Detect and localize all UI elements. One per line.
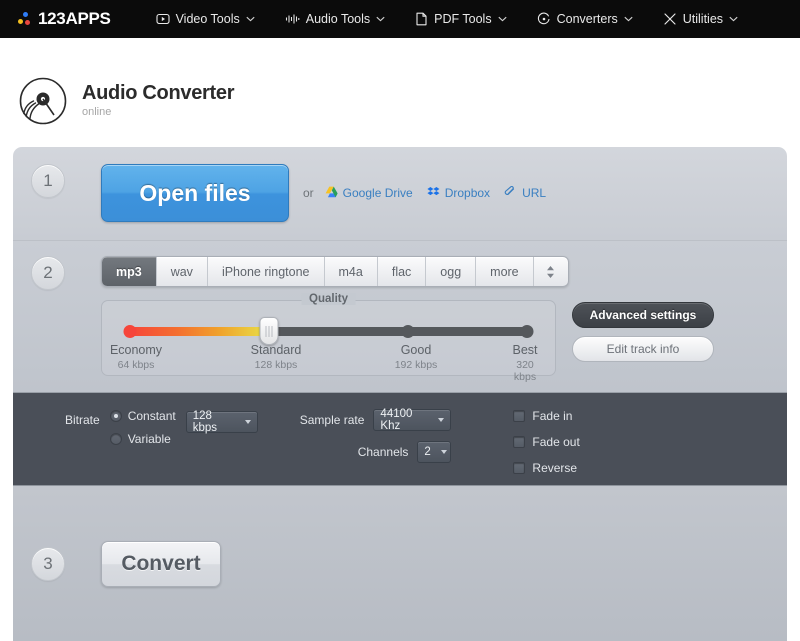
bitrate-variable-row[interactable]: Variable [109, 432, 176, 446]
page-subtitle: online [82, 106, 112, 118]
format-stepper-icon[interactable] [534, 257, 568, 286]
quality-tick-good[interactable] [401, 325, 415, 338]
cloud-link-label: URL [522, 186, 547, 200]
fade-out-row[interactable]: Fade out [513, 435, 580, 449]
quality-title: Quality [301, 293, 356, 305]
or-label: or [303, 186, 314, 200]
step-number-1: 1 [31, 164, 65, 198]
bitrate-label: Bitrate [65, 413, 100, 427]
refresh-circle-icon [537, 12, 551, 26]
reverse-label: Reverse [532, 461, 578, 475]
quality-tick-economy[interactable] [123, 325, 137, 338]
video-play-icon [156, 12, 170, 26]
nav-item-converters[interactable]: Converters [522, 0, 648, 38]
step-number-2: 2 [31, 256, 65, 290]
nav-item-audio-tools[interactable]: Audio Tools [270, 0, 400, 38]
dropbox-icon [427, 186, 440, 201]
vinyl-record-icon [18, 76, 68, 126]
checkbox-fade-in[interactable] [513, 410, 526, 422]
quality-slider-track[interactable] [123, 317, 534, 345]
format-tab-mp3[interactable]: mp3 [102, 257, 157, 286]
caret-down-icon [438, 418, 445, 422]
nav-label: PDF Tools [434, 12, 492, 26]
nav-item-utilities[interactable]: Utilities [648, 0, 753, 38]
fade-in-row[interactable]: Fade in [513, 409, 579, 423]
reverse-row[interactable]: Reverse [513, 461, 579, 475]
format-tab-ogg[interactable]: ogg [426, 257, 477, 286]
fade-in-label: Fade in [532, 409, 573, 423]
advanced-settings-button[interactable]: Advanced settings [572, 302, 714, 328]
nav-label: Converters [556, 12, 618, 26]
quality-stop-good: Good 192 kbps [394, 343, 438, 371]
radio-constant[interactable] [109, 410, 122, 422]
nav-label: Utilities [682, 12, 724, 26]
chevron-down-icon [246, 16, 255, 22]
nav-label: Video Tools [175, 12, 240, 26]
checkbox-reverse[interactable] [513, 462, 526, 474]
page-title: Audio Converter [82, 82, 235, 104]
quality-stop-best: Best 320 kbps [512, 343, 538, 383]
format-tab-wav[interactable]: wav [157, 257, 208, 286]
logo-text: 123APPS [38, 9, 111, 28]
link-icon [504, 185, 517, 201]
quality-tick-best[interactable] [520, 325, 534, 338]
sample-rate-value: 44100 Khz [380, 408, 413, 432]
format-tab-iphone-ringtone[interactable]: iPhone ringtone [208, 257, 325, 286]
chevron-down-icon [498, 16, 507, 22]
app-header: Audio Converter online [0, 38, 800, 138]
caret-down-icon [440, 450, 447, 454]
open-files-button[interactable]: Open files [101, 164, 289, 222]
google-drive-link[interactable]: Google Drive [325, 186, 413, 201]
advanced-settings-panel: Bitrate Constant Variable 128 kbps Sampl… [13, 392, 787, 486]
chevron-down-icon [624, 16, 633, 22]
radio-variable[interactable] [109, 433, 122, 445]
checkbox-fade-out[interactable] [513, 436, 526, 448]
step-1-open-files: 1 Open files or Google Drive Dropbox URL [13, 147, 787, 241]
logo-123apps[interactable]: 123APPS [18, 9, 111, 29]
radio-constant-label: Constant [127, 409, 176, 423]
nav-label: Audio Tools [305, 12, 371, 26]
channels-label: Channels [357, 445, 409, 459]
fade-out-label: Fade out [532, 435, 580, 449]
quality-slider-handle[interactable] [259, 317, 279, 345]
cloud-link-label: Dropbox [444, 186, 491, 200]
google-drive-icon [325, 186, 338, 201]
convert-button[interactable]: Convert [101, 540, 221, 587]
step-2-format-quality: 2 mp3 wav iPhone ringtone m4a flac ogg m… [13, 241, 787, 392]
sample-rate-label: Sample rate [299, 413, 365, 427]
format-tab-flac[interactable]: flac [378, 257, 427, 286]
url-link[interactable]: URL [504, 185, 547, 201]
caret-down-icon [244, 420, 251, 424]
cloud-source-links: or Google Drive Dropbox URL [289, 164, 560, 222]
format-tabs: mp3 wav iPhone ringtone m4a flac ogg mor… [101, 256, 569, 287]
nav-item-video-tools[interactable]: Video Tools [141, 0, 270, 38]
channels-select[interactable]: 2 [417, 441, 452, 463]
converter-panel: 1 Open files or Google Drive Dropbox URL… [13, 147, 787, 641]
chevron-down-icon [729, 16, 738, 22]
sample-rate-select[interactable]: 44100 Khz [373, 408, 452, 432]
logo-dots-icon [18, 11, 31, 27]
quality-stop-economy: Economy 64 kbps [109, 343, 163, 371]
channels-value: 2 [424, 446, 431, 458]
tools-icon [663, 12, 677, 26]
quality-slider-panel: Quality Economy 64 kbps Standard 128 kbp… [101, 293, 556, 383]
format-tab-m4a[interactable]: m4a [325, 257, 378, 286]
step-number-3: 3 [31, 546, 65, 581]
bitrate-select[interactable]: 128 kbps [185, 410, 258, 434]
quality-stop-standard: Standard 128 kbps [250, 343, 302, 371]
chevron-down-icon [376, 16, 385, 22]
bitrate-select-value: 128 kbps [192, 410, 218, 434]
dropbox-link[interactable]: Dropbox [427, 186, 490, 201]
quality-slider-fill [130, 327, 269, 336]
document-icon [415, 12, 428, 26]
format-tab-more[interactable]: more [476, 257, 534, 286]
edit-track-info-button[interactable]: Edit track info [572, 336, 714, 362]
cloud-link-label: Google Drive [342, 186, 413, 200]
radio-variable-label: Variable [127, 432, 171, 446]
nav-item-pdf-tools[interactable]: PDF Tools [400, 0, 521, 38]
step-3-convert: 3 Convert [13, 486, 787, 641]
bitrate-constant-row[interactable]: Constant [109, 409, 176, 423]
audio-waveform-icon [285, 12, 300, 26]
top-navigation-bar: 123APPS Video Tools Audio Tools PDF Tool… [0, 0, 800, 38]
